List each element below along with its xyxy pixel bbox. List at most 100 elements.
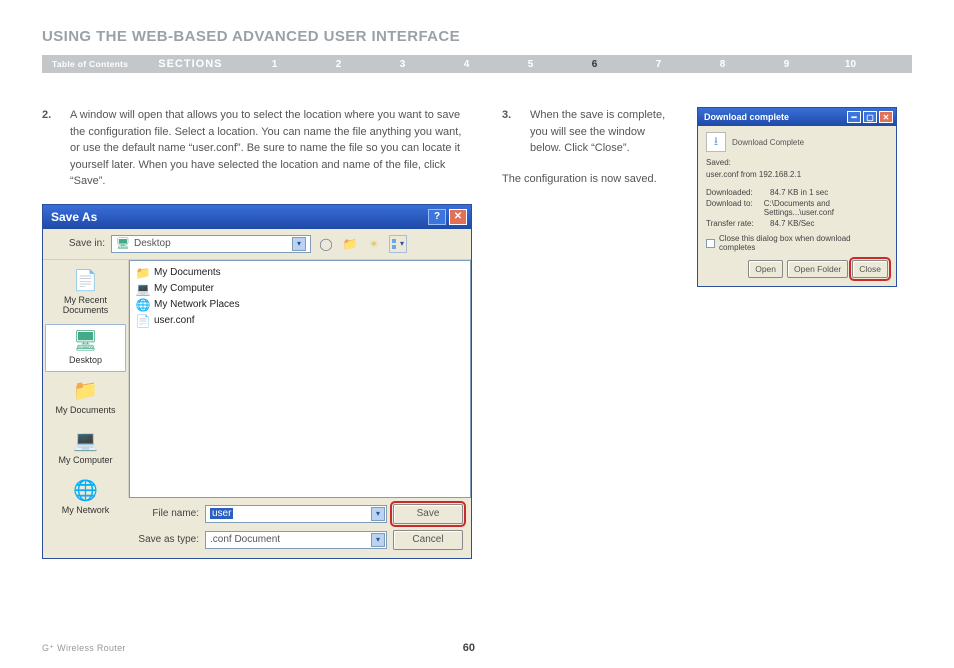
- file-label: My Documents: [154, 267, 221, 278]
- save-in-value: Desktop: [134, 238, 171, 249]
- help-button[interactable]: ?: [428, 209, 446, 225]
- save-as-dialog: Save As ? ✕ Save in: 🖥 Desktop ▾ ◯ 📁 ✴ ▾: [42, 204, 472, 559]
- file-label: My Computer: [154, 283, 214, 294]
- filename-input[interactable]: user ▾: [205, 505, 387, 523]
- list-item[interactable]: 📄 user.conf: [136, 313, 464, 329]
- list-item[interactable]: 💻 My Computer: [136, 281, 464, 297]
- toc-link[interactable]: Table of Contents: [52, 59, 128, 69]
- computer-icon: 💻: [72, 429, 100, 453]
- step-2-text: A window will open that allows you to se…: [70, 107, 472, 190]
- row-downloaded: Downloaded: 84.7 KB in 1 sec: [706, 188, 888, 197]
- place-mydocs[interactable]: 📁 My Documents: [45, 374, 126, 422]
- section-5[interactable]: 5: [498, 59, 562, 70]
- dlc-header: Download Complete: [732, 138, 804, 147]
- file-icon: 📄: [136, 314, 150, 328]
- section-6[interactable]: 6: [562, 59, 626, 70]
- minimize-button[interactable]: ━: [847, 111, 861, 123]
- place-recent[interactable]: 📄 My Recent Documents: [45, 264, 126, 322]
- step-3-text: When the save is complete, you will see …: [530, 107, 677, 157]
- save-as-title: Save As: [51, 210, 425, 224]
- up-folder-icon[interactable]: 📁: [341, 235, 359, 253]
- open-button[interactable]: Open: [748, 260, 783, 278]
- saved-label: Saved:: [706, 158, 888, 167]
- place-mycomputer-label: My Computer: [46, 455, 125, 465]
- maximize-button[interactable]: ▢: [863, 111, 877, 123]
- place-mynetwork[interactable]: 🌐 My Network: [45, 474, 126, 522]
- place-desktop[interactable]: 🖥 Desktop: [45, 324, 126, 372]
- section-3[interactable]: 3: [370, 59, 434, 70]
- checkbox-label: Close this dialog box when download comp…: [719, 234, 888, 252]
- saveastype-label: Save as type:: [135, 534, 199, 545]
- k: Download to:: [706, 199, 760, 217]
- saved-value: user.conf from 192.168.2.1: [706, 170, 888, 179]
- saveastype-value: .conf Document: [210, 534, 280, 545]
- step-2: 2. A window will open that allows you to…: [42, 107, 472, 190]
- views-icon[interactable]: ▾: [389, 235, 407, 253]
- section-8[interactable]: 8: [690, 59, 754, 70]
- save-as-toolbar: Save in: 🖥 Desktop ▾ ◯ 📁 ✴ ▾: [43, 229, 471, 260]
- place-mycomputer[interactable]: 💻 My Computer: [45, 424, 126, 472]
- section-nav: Table of Contents SECTIONS 1 2 3 4 5 6 7…: [42, 55, 912, 73]
- section-10[interactable]: 10: [818, 59, 882, 70]
- save-in-label: Save in:: [51, 238, 105, 249]
- sections-label: SECTIONS: [158, 58, 222, 70]
- file-label: user.conf: [154, 315, 195, 326]
- recent-icon: 📄: [72, 269, 100, 293]
- save-as-titlebar: Save As ? ✕: [43, 205, 471, 229]
- folder-icon: 📁: [72, 379, 100, 403]
- section-4[interactable]: 4: [434, 59, 498, 70]
- section-1[interactable]: 1: [242, 59, 306, 70]
- save-button[interactable]: Save: [393, 504, 463, 524]
- section-7[interactable]: 7: [626, 59, 690, 70]
- page-number: 60: [126, 642, 812, 654]
- v: 84.7 KB in 1 sec: [770, 188, 828, 197]
- k: Downloaded:: [706, 188, 766, 197]
- step-2-number: 2.: [42, 107, 70, 190]
- place-desktop-label: Desktop: [46, 355, 125, 365]
- computer-icon: 💻: [136, 282, 150, 296]
- product-name: G⁺ Wireless Router: [42, 643, 126, 654]
- cancel-button[interactable]: Cancel: [393, 530, 463, 550]
- new-folder-icon[interactable]: ✴: [365, 235, 383, 253]
- v: C:\Documents and Settings...\user.conf: [764, 199, 888, 217]
- file-list[interactable]: 📁My Documents 💻 My Computer 🌐 My Network P…: [129, 260, 471, 498]
- section-9[interactable]: 9: [754, 59, 818, 70]
- network-icon: 🌐: [72, 479, 100, 503]
- step-3: 3. When the save is complete, you will s…: [502, 107, 677, 157]
- dlc-title: Download complete: [704, 112, 845, 122]
- chevron-down-icon: ▾: [371, 533, 385, 547]
- back-icon[interactable]: ◯: [317, 235, 335, 253]
- filename-value: user: [210, 508, 233, 519]
- list-item[interactable]: 📁My Documents: [136, 265, 464, 281]
- step-3-number: 3.: [502, 107, 530, 157]
- saveastype-select[interactable]: .conf Document ▾: [205, 531, 387, 549]
- dlc-titlebar: Download complete ━ ▢ ✕: [698, 108, 896, 126]
- desktop-place-icon: 🖥: [72, 329, 100, 353]
- place-mydocs-label: My Documents: [46, 405, 125, 415]
- place-mynetwork-label: My Network: [46, 505, 125, 515]
- desktop-icon: 🖥: [116, 237, 130, 250]
- section-2[interactable]: 2: [306, 59, 370, 70]
- close-when-done-checkbox[interactable]: Close this dialog box when download comp…: [706, 234, 888, 252]
- save-in-select[interactable]: 🖥 Desktop ▾: [111, 235, 311, 253]
- close-button[interactable]: ✕: [449, 209, 467, 225]
- file-label: My Network Places: [154, 299, 240, 310]
- chevron-down-icon: ▾: [371, 507, 385, 521]
- k: Transfer rate:: [706, 219, 766, 228]
- network-icon: 🌐: [136, 298, 150, 312]
- list-item[interactable]: 🌐 My Network Places: [136, 297, 464, 313]
- config-saved-note: The configuration is now saved.: [502, 171, 677, 188]
- row-transferrate: Transfer rate: 84.7 KB/Sec: [706, 219, 888, 228]
- close-button[interactable]: ✕: [879, 111, 893, 123]
- row-downloadto: Download to:C:\Documents and Settings...…: [706, 199, 888, 217]
- chevron-down-icon: ▾: [292, 237, 306, 251]
- download-icon: ⭳: [706, 132, 726, 152]
- places-bar: 📄 My Recent Documents 🖥 Desktop 📁 My Doc…: [43, 260, 129, 498]
- open-folder-button[interactable]: Open Folder: [787, 260, 848, 278]
- page-heading: USING THE WEB-BASED ADVANCED USER INTERF…: [42, 28, 912, 45]
- close-button-highlight[interactable]: Close: [852, 260, 888, 278]
- checkbox-box: [706, 239, 715, 248]
- place-recent-label: My Recent Documents: [46, 295, 125, 315]
- v: 84.7 KB/Sec: [770, 219, 814, 228]
- filename-label: File name:: [135, 508, 199, 519]
